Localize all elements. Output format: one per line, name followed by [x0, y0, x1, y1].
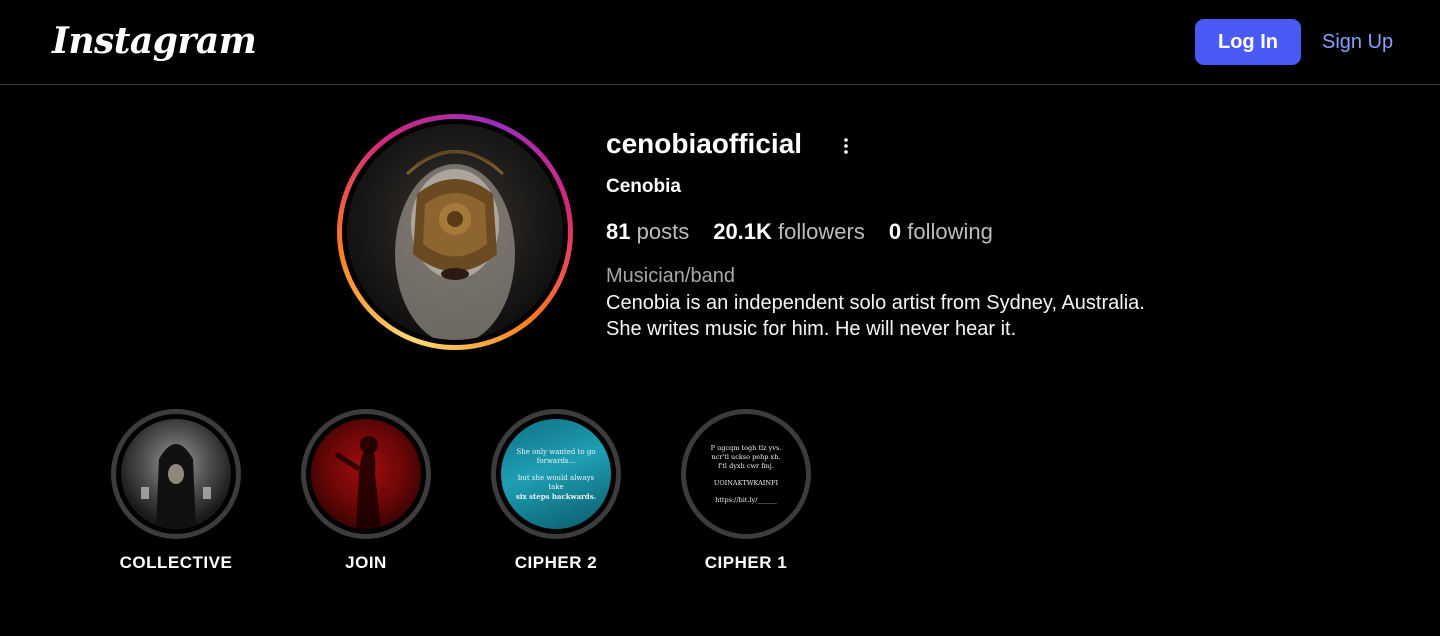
highlight-ring: She only wanted to go forwards... but sh… — [491, 409, 621, 539]
highlight-cover: P ugcqm togh tlz yvs. ncr'tl uckso pehp … — [691, 419, 801, 529]
posts-label: posts — [636, 219, 690, 244]
cover-line: six steps backwards. — [515, 491, 597, 501]
profile-avatar[interactable] — [337, 114, 573, 350]
following-count[interactable]: 0 following — [889, 219, 993, 245]
highlight-cipher-1[interactable]: P ugcqm togh tlz yvs. ncr'tl uckso pehp … — [681, 409, 811, 573]
following-label: following — [907, 219, 993, 244]
highlight-label: JOIN — [345, 553, 387, 572]
highlight-cover — [311, 419, 421, 529]
log-in-button[interactable]: Log In — [1195, 19, 1301, 65]
highlight-join[interactable]: JOIN — [301, 409, 431, 573]
instagram-logo[interactable]: Instagram — [52, 20, 257, 62]
top-bar: Instagram Log In Sign Up — [0, 0, 1440, 85]
followers-label: followers — [778, 219, 865, 244]
cover-line: ncr'tl uckso pehp xh. — [711, 452, 781, 461]
followers-count[interactable]: 20.1K followers — [713, 219, 865, 245]
hooded-figure-image — [141, 444, 211, 529]
highlight-label: CIPHER 1 — [704, 553, 788, 572]
cover-line: She only wanted to go forwards... — [516, 447, 596, 465]
posts-count[interactable]: 81 posts — [606, 219, 689, 245]
highlight-cipher-2[interactable]: She only wanted to go forwards... but sh… — [491, 409, 621, 573]
highlight-ring — [111, 409, 241, 539]
highlight-label: COLLECTIVE — [119, 553, 233, 572]
highlight-label: CIPHER 2 — [514, 553, 598, 572]
profile-bio: Cenobia is an independent solo artist fr… — [606, 292, 1145, 340]
profile-category: Musician/band — [606, 265, 735, 287]
profile-full-name: Cenobia — [606, 176, 681, 197]
posts-value: 81 — [606, 219, 631, 244]
cover-line: https://bit.ly/______ — [715, 495, 777, 504]
profile-username: cenobiaofficial — [606, 128, 803, 159]
cover-line: but she would always take — [517, 473, 595, 491]
highlight-cover — [121, 419, 231, 529]
cover-line: UOINAKTWKAINFI — [713, 478, 779, 487]
red-silhouette-image — [334, 436, 381, 529]
highlight-cover: She only wanted to go forwards... but sh… — [501, 419, 611, 529]
highlight-ring: P ugcqm togh tlz yvs. ncr'tl uckso pehp … — [681, 409, 811, 539]
sign-up-link[interactable]: Sign Up — [1322, 19, 1393, 65]
highlight-ring — [301, 409, 431, 539]
profile-stats: 81 posts 20.1K followers 0 following — [606, 219, 1017, 245]
cover-line: P ugcqm togh tlz yvs. — [710, 443, 782, 452]
masked-figure-image — [395, 150, 515, 340]
followers-value: 20.1K — [713, 219, 772, 244]
more-options-icon[interactable] — [836, 136, 856, 156]
following-value: 0 — [888, 219, 902, 244]
avatar-image — [347, 124, 563, 340]
highlight-collective[interactable]: COLLECTIVE — [111, 409, 241, 573]
cover-line: f'tl dyxh cwr fmj. — [718, 461, 774, 470]
